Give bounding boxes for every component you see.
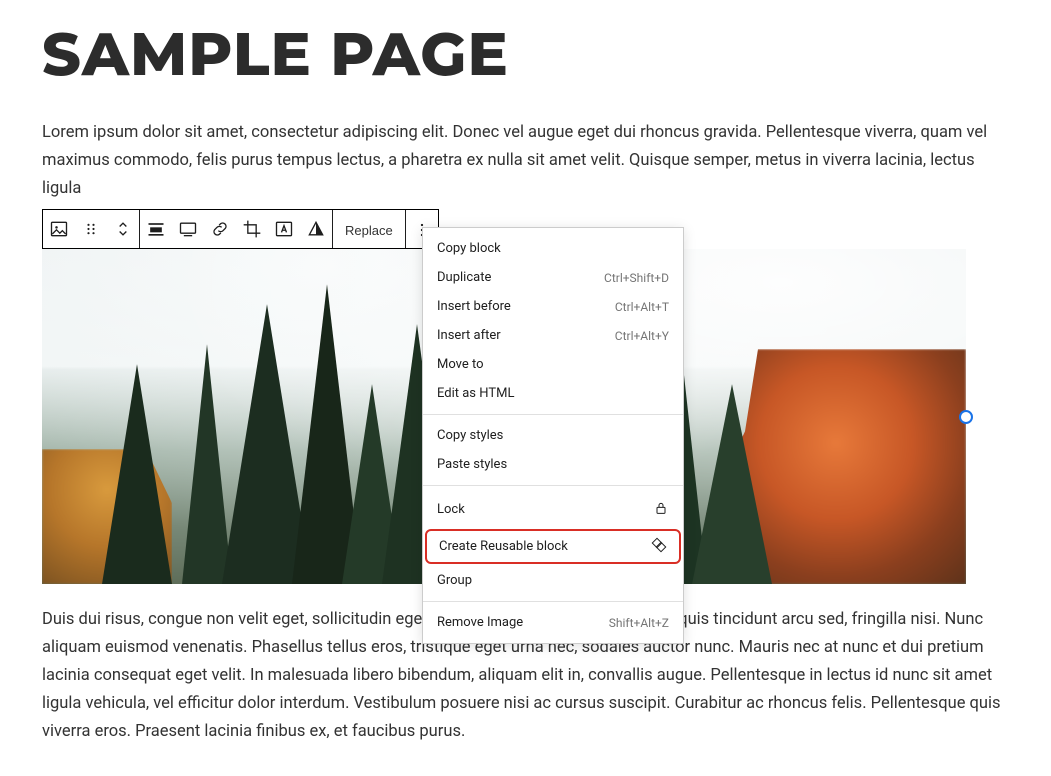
reusable-block-icon bbox=[651, 537, 667, 556]
menu-copy-styles[interactable]: Copy styles bbox=[423, 421, 683, 450]
menu-move-to[interactable]: Move to bbox=[423, 350, 683, 379]
move-arrows-icon[interactable] bbox=[107, 209, 139, 249]
text-overlay-icon[interactable] bbox=[268, 209, 300, 249]
page-title: SAMPLE PAGE bbox=[42, 18, 1009, 91]
menu-label: Move to bbox=[437, 358, 484, 371]
menu-label: Edit as HTML bbox=[437, 387, 514, 400]
menu-label: Remove Image bbox=[437, 616, 523, 629]
align-icon[interactable] bbox=[140, 209, 172, 249]
menu-insert-before[interactable]: Insert before Ctrl+Alt+T bbox=[423, 292, 683, 321]
block-toolbar: Replace bbox=[42, 209, 439, 249]
menu-label: Group bbox=[437, 574, 472, 587]
link-icon[interactable] bbox=[204, 209, 236, 249]
menu-label: Paste styles bbox=[437, 458, 507, 471]
menu-paste-styles[interactable]: Paste styles bbox=[423, 450, 683, 479]
menu-edit-html[interactable]: Edit as HTML bbox=[423, 379, 683, 408]
crop-icon[interactable] bbox=[236, 209, 268, 249]
menu-shortcut: Ctrl+Shift+D bbox=[604, 272, 669, 284]
intro-paragraph: Lorem ipsum dolor sit amet, consectetur … bbox=[42, 119, 1009, 203]
menu-duplicate[interactable]: Duplicate Ctrl+Shift+D bbox=[423, 263, 683, 292]
menu-label: Copy block bbox=[437, 242, 501, 255]
lock-icon bbox=[653, 500, 669, 519]
replace-button[interactable]: Replace bbox=[333, 210, 405, 250]
menu-label: Copy styles bbox=[437, 429, 503, 442]
menu-shortcut: Ctrl+Alt+T bbox=[615, 301, 669, 313]
menu-create-reusable-block[interactable]: Create Reusable block bbox=[425, 529, 681, 564]
menu-label: Insert after bbox=[437, 329, 501, 342]
menu-insert-after[interactable]: Insert after Ctrl+Alt+Y bbox=[423, 321, 683, 350]
menu-label: Insert before bbox=[437, 300, 511, 313]
caption-icon[interactable] bbox=[172, 209, 204, 249]
duotone-icon[interactable] bbox=[300, 209, 332, 249]
resize-handle[interactable] bbox=[959, 410, 973, 424]
menu-shortcut: Shift+Alt+Z bbox=[609, 617, 669, 629]
menu-label: Duplicate bbox=[437, 271, 491, 284]
menu-group[interactable]: Group bbox=[423, 566, 683, 595]
drag-handle-icon[interactable] bbox=[75, 209, 107, 249]
menu-remove-image[interactable]: Remove Image Shift+Alt+Z bbox=[423, 608, 683, 637]
block-options-menu: Copy block Duplicate Ctrl+Shift+D Insert … bbox=[422, 227, 684, 644]
menu-lock[interactable]: Lock bbox=[423, 492, 683, 527]
menu-copy-block[interactable]: Copy block bbox=[423, 234, 683, 263]
menu-label: Create Reusable block bbox=[439, 540, 568, 553]
menu-shortcut: Ctrl+Alt+Y bbox=[615, 330, 669, 342]
image-block-icon[interactable] bbox=[43, 209, 75, 249]
menu-label: Lock bbox=[437, 503, 465, 516]
